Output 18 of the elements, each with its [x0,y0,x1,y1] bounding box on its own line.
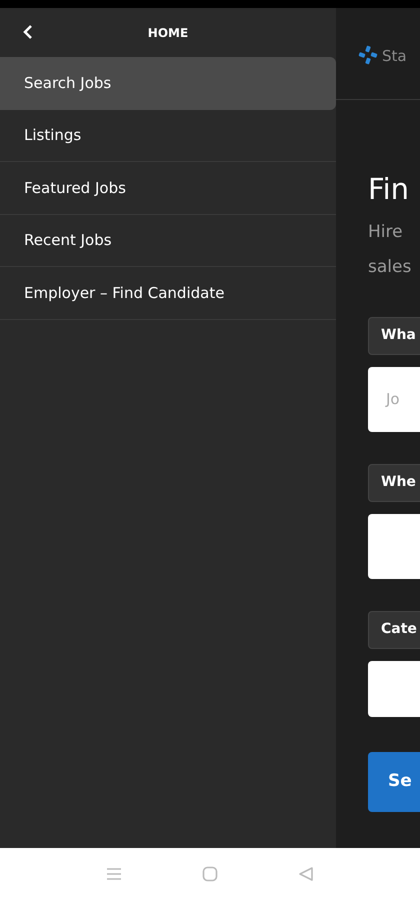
subtitle-text: sales [368,256,412,279]
home-icon[interactable] [202,866,218,882]
menu-item[interactable]: Search Jobs [0,57,336,110]
field-label: Wha [368,316,420,355]
field-label: Cate [368,610,420,649]
menu-item[interactable]: Employer – Find Candidate [0,267,336,320]
brand-name: Sta [382,46,407,67]
field-label: Whe [368,464,420,502]
menu-item[interactable]: Listings [0,110,336,162]
drawer-title: HOME [148,24,188,42]
menu-item[interactable]: Recent Jobs [0,214,336,267]
back-icon[interactable] [22,24,34,40]
menu-icon[interactable] [106,867,122,881]
menu-item[interactable]: Featured Jobs [0,162,336,214]
logo-icon [358,45,378,65]
search-button[interactable]: Se [368,752,420,812]
subtitle-text: Hire [368,220,404,244]
page-heading: Fin [368,172,410,207]
